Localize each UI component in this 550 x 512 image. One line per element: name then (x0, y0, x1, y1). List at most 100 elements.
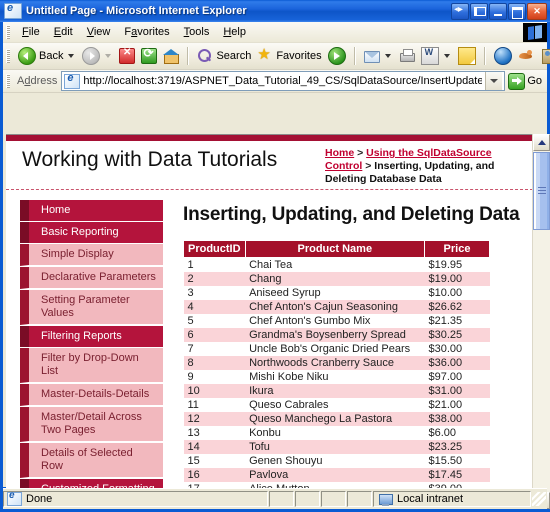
cell-product-name: Genen Shouyu (245, 454, 424, 468)
cell-product-name: Chef Anton's Gumbo Mix (245, 314, 424, 328)
cell-price: $6.00 (425, 426, 490, 440)
sidebar-item-master-detail-across-two-pages[interactable]: Master/Detail Across Two Pages (20, 407, 163, 442)
status-text-area: Done (3, 491, 268, 507)
page-viewport: Working with Data Tutorials Home > Using… (6, 44, 550, 509)
menu-view[interactable]: View (80, 24, 118, 40)
grid-header: ProductID Product Name Price (184, 241, 490, 258)
table-row[interactable]: 3Aniseed Syrup$10.00 (184, 286, 490, 300)
cell-product-name: Tofu (245, 440, 424, 454)
cell-price: $30.00 (425, 342, 490, 356)
browser-chrome: File Edit View Favorites Tools Help Back (3, 22, 547, 487)
table-row[interactable]: 9Mishi Kobe Niku$97.00 (184, 370, 490, 384)
cell-productid: 9 (184, 370, 246, 384)
window-title: Untitled Page - Microsoft Internet Explo… (26, 5, 247, 17)
browser-window: Untitled Page - Microsoft Internet Explo… (0, 0, 550, 512)
table-row[interactable]: 13Konbu$6.00 (184, 426, 490, 440)
column-header-product-name[interactable]: Product Name (245, 241, 424, 258)
window-controls: ✕ (451, 3, 550, 20)
table-row[interactable]: 6Grandma's Boysenberry Spread$30.25 (184, 328, 490, 342)
sidebar-item-simple-display[interactable]: Simple Display (20, 244, 163, 266)
cell-productid: 4 (184, 300, 246, 314)
menu-tools[interactable]: Tools (177, 24, 217, 40)
table-row[interactable]: 12Queso Manchego La Pastora$38.00 (184, 412, 490, 426)
breadcrumb-home-link[interactable]: Home (325, 147, 354, 159)
sidebar-item-filtering-reports[interactable]: Filtering Reports (20, 326, 163, 347)
title-bar: Untitled Page - Microsoft Internet Explo… (0, 0, 550, 22)
intranet-zone-icon (379, 493, 393, 506)
table-row[interactable]: 4Chef Anton's Cajun Seasoning$26.62 (184, 300, 490, 314)
sidebar-item-basic-reporting[interactable]: Basic Reporting (20, 222, 163, 243)
menu-bar: File Edit View Favorites Tools Help (3, 22, 547, 43)
cell-price: $15.50 (425, 454, 490, 468)
sidebar-item-master-details-details[interactable]: Master-Details-Details (20, 384, 163, 406)
cell-price: $10.00 (425, 286, 490, 300)
page-body: Home Basic Reporting Simple Display Decl… (6, 190, 533, 509)
restore-tab-button[interactable] (470, 3, 488, 20)
ie-page-icon (4, 3, 22, 19)
cell-price: $26.62 (425, 300, 490, 314)
cell-price: $21.00 (425, 398, 490, 412)
scroll-up-button[interactable] (533, 134, 550, 151)
sidebar-item-filter-by-drop-down-list[interactable]: Filter by Drop-Down List (20, 348, 163, 383)
grid-header-row: ProductID Product Name Price (184, 241, 490, 258)
breadcrumb-sep-2: > (362, 160, 374, 172)
security-zone[interactable]: Local intranet (373, 491, 531, 507)
table-row[interactable]: 10Ikura$31.00 (184, 384, 490, 398)
status-page-icon (7, 492, 22, 506)
table-row[interactable]: 5Chef Anton's Gumbo Mix$21.35 (184, 314, 490, 328)
cell-productid: 7 (184, 342, 246, 356)
resize-grip[interactable] (532, 492, 546, 506)
security-zone-label: Local intranet (397, 493, 463, 505)
cell-product-name: Uncle Bob's Organic Dried Pears (245, 342, 424, 356)
cell-price: $21.35 (425, 314, 490, 328)
cell-productid: 16 (184, 468, 246, 482)
table-row[interactable]: 11Queso Cabrales$21.00 (184, 398, 490, 412)
column-header-price[interactable]: Price (425, 241, 490, 258)
column-header-productid[interactable]: ProductID (184, 241, 246, 258)
table-row[interactable]: 7Uncle Bob's Organic Dried Pears$30.00 (184, 342, 490, 356)
cell-productid: 12 (184, 412, 246, 426)
restore-group-button[interactable] (451, 3, 469, 20)
sidebar-item-details-of-selected-row[interactable]: Details of Selected Row (20, 443, 163, 478)
menu-help[interactable]: Help (216, 24, 253, 40)
menu-file[interactable]: File (15, 24, 47, 40)
table-row[interactable]: 15Genen Shouyu$15.50 (184, 454, 490, 468)
menu-edit[interactable]: Edit (47, 24, 80, 40)
page-header: Working with Data Tutorials Home > Using… (6, 141, 533, 190)
sidebar: Home Basic Reporting Simple Display Decl… (6, 190, 169, 509)
menu-grip[interactable] (6, 25, 10, 39)
status-cell-2 (295, 491, 320, 507)
sidebar-item-setting-parameter-values[interactable]: Setting Parameter Values (20, 290, 163, 325)
close-button[interactable]: ✕ (527, 3, 547, 20)
web-page: Working with Data Tutorials Home > Using… (6, 134, 533, 509)
sidebar-nav: Home Basic Reporting Simple Display Decl… (20, 200, 163, 509)
status-cell-3 (321, 491, 346, 507)
scrollbar-thumb[interactable] (533, 152, 550, 230)
cell-product-name: Queso Cabrales (245, 398, 424, 412)
table-row[interactable]: 8Northwoods Cranberry Sauce$36.00 (184, 356, 490, 370)
cell-product-name: Konbu (245, 426, 424, 440)
table-row[interactable]: 14Tofu$23.25 (184, 440, 490, 454)
table-row[interactable]: 1Chai Tea$19.95 (184, 258, 490, 273)
cell-productid: 13 (184, 426, 246, 440)
cell-price: $31.00 (425, 384, 490, 398)
breadcrumb: Home > Using the SqlDataSource Control >… (325, 147, 525, 186)
status-cell-1 (269, 491, 294, 507)
cell-price: $38.00 (425, 412, 490, 426)
maximize-button[interactable] (508, 3, 526, 20)
table-row[interactable]: 2Chang$19.00 (184, 272, 490, 286)
cell-price: $30.25 (425, 328, 490, 342)
table-row[interactable]: 16Pavlova$17.45 (184, 468, 490, 482)
windows-logo-icon (523, 23, 547, 42)
page-title: Inserting, Updating, and Deleting Data (183, 204, 523, 226)
sidebar-item-declarative-parameters[interactable]: Declarative Parameters (20, 267, 163, 289)
cell-product-name: Chang (245, 272, 424, 286)
cell-product-name: Aniseed Syrup (245, 286, 424, 300)
vertical-scrollbar[interactable] (532, 134, 550, 509)
sidebar-item-home[interactable]: Home (20, 200, 163, 221)
cell-productid: 11 (184, 398, 246, 412)
menu-favorites[interactable]: Favorites (117, 24, 176, 40)
minimize-button[interactable] (489, 3, 507, 20)
cell-productid: 14 (184, 440, 246, 454)
cell-productid: 5 (184, 314, 246, 328)
